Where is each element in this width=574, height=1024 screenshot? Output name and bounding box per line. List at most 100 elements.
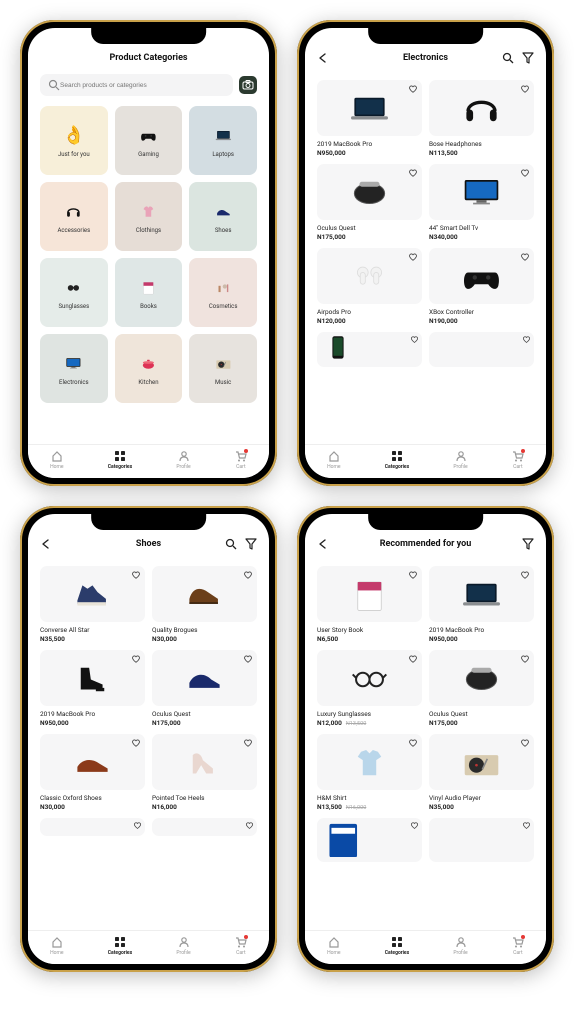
product-image[interactable] [152, 818, 257, 836]
product-card[interactable]: 2019 MacBook Pro N950,000 [429, 566, 534, 643]
search-icon[interactable] [225, 538, 237, 550]
heart-icon[interactable] [410, 821, 419, 830]
nav-home[interactable]: Home [50, 936, 63, 956]
product-price: N120,000 [317, 317, 346, 325]
heart-icon[interactable] [520, 252, 530, 262]
heart-icon[interactable] [522, 335, 531, 344]
nav-profile[interactable]: Profile [176, 450, 190, 470]
product-card[interactable]: 2019 MacBook Pro N950,000 [40, 650, 145, 727]
filter-icon[interactable] [522, 52, 534, 64]
heart-icon[interactable] [520, 738, 530, 748]
camera-button[interactable] [239, 76, 257, 94]
search-input[interactable] [60, 82, 225, 89]
heart-icon[interactable] [243, 570, 253, 580]
product-card[interactable]: Luxury Sunglasses N12,000N13,500 [317, 650, 422, 727]
category-electronics[interactable]: Electronics [40, 334, 108, 403]
product-image[interactable] [429, 818, 534, 862]
heart-icon[interactable] [520, 654, 530, 664]
heart-icon[interactable] [243, 654, 253, 664]
heart-icon[interactable] [520, 570, 530, 580]
heart-icon[interactable] [408, 84, 418, 94]
product-card[interactable]: Oculus Quest N175,000 [152, 650, 257, 727]
product-image[interactable] [317, 332, 422, 367]
heart-icon[interactable] [520, 168, 530, 178]
product-price: N35,500 [40, 635, 65, 643]
heart-icon[interactable] [408, 570, 418, 580]
category-cosmetics[interactable]: Cosmetics [189, 258, 257, 327]
heart-icon[interactable] [520, 84, 530, 94]
product-card[interactable]: Airpods Pro N120,000 [317, 248, 422, 325]
category-just-for-you[interactable]: 👌 Just for you [40, 106, 108, 175]
product-card[interactable]: User Story Book N6,500 [317, 566, 422, 643]
home-icon [51, 450, 63, 462]
back-button[interactable] [317, 52, 329, 64]
grid-icon [114, 936, 126, 948]
book-icon [134, 276, 162, 300]
cart-icon [235, 936, 247, 948]
category-kitchen[interactable]: Kitchen [115, 334, 183, 403]
product-card[interactable]: Quality Brogues N30,000 [152, 566, 257, 643]
nav-categories[interactable]: Categories [108, 450, 132, 470]
back-button[interactable] [40, 538, 52, 550]
category-shoes[interactable]: Shoes [189, 182, 257, 251]
nav-categories[interactable]: Categories [385, 450, 409, 470]
back-button[interactable] [317, 538, 329, 550]
product-card[interactable]: XBox Controller N190,000 [429, 248, 534, 325]
nav-cart[interactable]: Cart [512, 936, 524, 956]
nav-cart[interactable]: Cart [512, 450, 524, 470]
heart-icon[interactable] [133, 821, 142, 830]
category-books[interactable]: Books [115, 258, 183, 327]
nav-cart[interactable]: Cart [235, 450, 247, 470]
filter-icon[interactable] [245, 538, 257, 550]
heart-icon[interactable] [522, 821, 531, 830]
heart-icon[interactable] [408, 738, 418, 748]
category-clothings[interactable]: Clothings [115, 182, 183, 251]
product-image[interactable] [317, 818, 422, 862]
heart-icon[interactable] [131, 654, 141, 664]
nav-categories[interactable]: Categories [108, 936, 132, 956]
heart-icon[interactable] [408, 252, 418, 262]
product-name: Vinyl Audio Player [429, 794, 534, 802]
product-image [429, 734, 534, 790]
nav-cart[interactable]: Cart [235, 936, 247, 956]
product-card[interactable]: 2019 MacBook Pro N950,000 [317, 80, 422, 157]
nav-categories[interactable]: Categories [385, 936, 409, 956]
nav-profile[interactable]: Profile [176, 936, 190, 956]
screen-shoes: Shoes Converse All Star N35,500 Quality … [28, 514, 269, 964]
nav-profile[interactable]: Profile [453, 450, 467, 470]
category-label: Shoes [215, 227, 232, 234]
product-image[interactable] [40, 818, 145, 836]
heart-icon[interactable] [131, 738, 141, 748]
home-icon [51, 936, 63, 948]
product-card[interactable]: 44'' Smart Dell Tv N340,000 [429, 164, 534, 241]
product-image [152, 566, 257, 622]
product-card[interactable]: Pointed Toe Heels N16,000 [152, 734, 257, 811]
filter-icon[interactable] [522, 538, 534, 550]
search-icon[interactable] [502, 52, 514, 64]
heart-icon[interactable] [131, 570, 141, 580]
product-card[interactable]: Bose Headphones N113,500 [429, 80, 534, 157]
product-image[interactable] [429, 332, 534, 367]
nav-home[interactable]: Home [327, 450, 340, 470]
search-bar[interactable] [40, 74, 233, 96]
nav-home[interactable]: Home [50, 450, 63, 470]
category-accessories[interactable]: Accessories [40, 182, 108, 251]
heart-icon[interactable] [408, 654, 418, 664]
category-music[interactable]: Music [189, 334, 257, 403]
product-card[interactable]: Oculus Quest N175,000 [317, 164, 422, 241]
header: Shoes [40, 536, 257, 552]
product-card[interactable]: H&M Shirt N13,500N16,000 [317, 734, 422, 811]
heart-icon[interactable] [410, 335, 419, 344]
category-gaming[interactable]: Gaming [115, 106, 183, 175]
heart-icon[interactable] [245, 821, 254, 830]
nav-home[interactable]: Home [327, 936, 340, 956]
heart-icon[interactable] [408, 168, 418, 178]
product-card[interactable]: Classic Oxford Shoes N30,000 [40, 734, 145, 811]
category-sunglasses[interactable]: Sunglasses [40, 258, 108, 327]
category-laptops[interactable]: Laptops [189, 106, 257, 175]
product-card[interactable]: Vinyl Audio Player N35,000 [429, 734, 534, 811]
product-card[interactable]: Converse All Star N35,500 [40, 566, 145, 643]
heart-icon[interactable] [243, 738, 253, 748]
nav-profile[interactable]: Profile [453, 936, 467, 956]
product-card[interactable]: Oculus Quest N175,000 [429, 650, 534, 727]
